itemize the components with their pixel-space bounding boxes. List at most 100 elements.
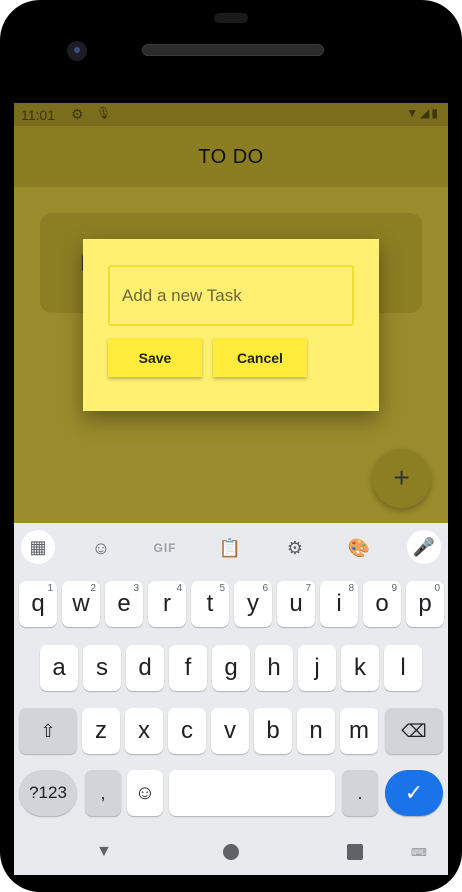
key-l[interactable]: l: [384, 645, 422, 691]
back-icon[interactable]: ▼: [96, 843, 112, 861]
key-f[interactable]: f: [169, 645, 207, 691]
key-z[interactable]: z: [82, 708, 120, 754]
key-z-label: z: [95, 717, 107, 744]
key-y[interactable]: y6: [234, 581, 272, 627]
comma-key[interactable]: ,: [85, 770, 121, 816]
key-m-label: m: [349, 717, 369, 744]
save-button[interactable]: Save: [108, 338, 202, 377]
enter-key-label: ✓: [404, 780, 424, 805]
backspace-key[interactable]: ⌫: [385, 708, 443, 754]
navigation-bar: ▼ ⌨: [14, 835, 448, 875]
clipboard-icon[interactable]: 📋: [213, 532, 247, 564]
period-key-label: .: [357, 783, 363, 803]
key-b[interactable]: b: [254, 708, 292, 754]
key-x[interactable]: x: [125, 708, 163, 754]
key-i-hint: 8: [348, 583, 354, 594]
key-w-label: w: [72, 590, 90, 617]
gear-icon: ⚙: [71, 106, 84, 122]
mic-icon[interactable]: 🎤: [407, 530, 441, 564]
period-key[interactable]: .: [342, 770, 378, 816]
key-q-hint: 1: [47, 583, 53, 594]
home-icon[interactable]: [223, 844, 239, 860]
phone-frame: 11:01 ⚙ 🎙 ▼◢▮ TO DO I + Save Cancel ▦ ☺ …: [0, 0, 462, 892]
key-t[interactable]: t5: [191, 581, 229, 627]
sticker-icon[interactable]: ☺: [84, 532, 118, 564]
key-q[interactable]: q1: [19, 581, 57, 627]
cancel-button[interactable]: Cancel: [213, 338, 307, 377]
status-bar: 11:01 ⚙ 🎙 ▼◢▮: [14, 103, 448, 126]
key-g[interactable]: g: [212, 645, 250, 691]
symbols-key-label: ?123: [29, 783, 67, 802]
symbols-key[interactable]: ?123: [19, 770, 77, 816]
key-c-label: c: [181, 717, 193, 744]
key-p-label: p: [418, 590, 432, 617]
key-y-label: y: [247, 590, 259, 617]
key-p-hint: 0: [434, 583, 440, 594]
key-s-label: s: [96, 654, 108, 681]
shift-key-label: ⇧: [40, 721, 56, 741]
key-s[interactable]: s: [83, 645, 121, 691]
keyboard-toolbar: ▦ ☺ GIF 📋 ⚙ 🎨 🎤: [14, 523, 448, 571]
key-r-hint: 4: [176, 583, 182, 594]
key-v[interactable]: v: [211, 708, 249, 754]
key-o-hint: 9: [391, 583, 397, 594]
key-t-label: t: [206, 590, 214, 617]
key-c[interactable]: c: [168, 708, 206, 754]
gif-button[interactable]: GIF: [148, 532, 182, 564]
keyboard-switch-icon[interactable]: ⌨: [411, 846, 427, 859]
key-r-label: r: [163, 590, 171, 617]
mic-small-icon: 🎙: [96, 106, 112, 120]
emoji-key-label: ☺: [134, 782, 156, 804]
key-j[interactable]: j: [298, 645, 336, 691]
space-key[interactable]: [169, 770, 335, 816]
key-y-hint: 6: [262, 583, 268, 594]
add-task-fab[interactable]: +: [372, 449, 431, 508]
key-u-label: u: [289, 590, 303, 617]
status-icons: ▼◢▮: [406, 106, 440, 120]
key-d-label: d: [138, 654, 152, 681]
soft-keyboard: ▦ ☺ GIF 📋 ⚙ 🎨 🎤 ▼ ⌨ q1w2e3r4t5y6u7i8o9p0…: [14, 523, 448, 875]
key-p[interactable]: p0: [406, 581, 444, 627]
front-camera: [67, 41, 87, 61]
key-b-label: b: [266, 717, 280, 744]
key-i-label: i: [336, 590, 342, 617]
key-h[interactable]: h: [255, 645, 293, 691]
page-title: TO DO: [198, 146, 264, 168]
key-o[interactable]: o9: [363, 581, 401, 627]
key-h-label: h: [267, 654, 281, 681]
key-e[interactable]: e3: [105, 581, 143, 627]
key-m[interactable]: m: [340, 708, 378, 754]
key-t-hint: 5: [219, 583, 225, 594]
key-u[interactable]: u7: [277, 581, 315, 627]
top-speaker: [214, 13, 248, 23]
key-n[interactable]: n: [297, 708, 335, 754]
key-i[interactable]: i8: [320, 581, 358, 627]
key-k-label: k: [354, 654, 366, 681]
enter-key[interactable]: ✓: [385, 770, 443, 816]
screen: 11:01 ⚙ 🎙 ▼◢▮ TO DO I + Save Cancel ▦ ☺ …: [14, 103, 448, 875]
key-d[interactable]: d: [126, 645, 164, 691]
key-a-label: a: [52, 654, 66, 681]
task-input[interactable]: [108, 265, 354, 326]
key-a[interactable]: a: [40, 645, 78, 691]
apps-grid-icon[interactable]: ▦: [21, 530, 55, 564]
key-k[interactable]: k: [341, 645, 379, 691]
key-r[interactable]: r4: [148, 581, 186, 627]
app-bar: TO DO: [14, 126, 448, 187]
recents-icon[interactable]: [347, 844, 363, 860]
status-time: 11:01: [21, 107, 55, 123]
key-w-hint: 2: [90, 583, 96, 594]
key-e-label: e: [117, 590, 131, 617]
palette-icon[interactable]: 🎨: [342, 532, 376, 564]
settings-icon[interactable]: ⚙: [278, 532, 312, 564]
key-x-label: x: [138, 717, 150, 744]
key-w[interactable]: w2: [62, 581, 100, 627]
key-u-hint: 7: [305, 583, 311, 594]
key-j-label: j: [314, 654, 320, 681]
emoji-key[interactable]: ☺: [127, 770, 163, 816]
key-l-label: l: [400, 654, 406, 681]
add-task-dialog: Save Cancel: [83, 239, 379, 411]
shift-key[interactable]: ⇧: [19, 708, 77, 754]
key-v-label: v: [224, 717, 236, 744]
key-e-hint: 3: [133, 583, 139, 594]
